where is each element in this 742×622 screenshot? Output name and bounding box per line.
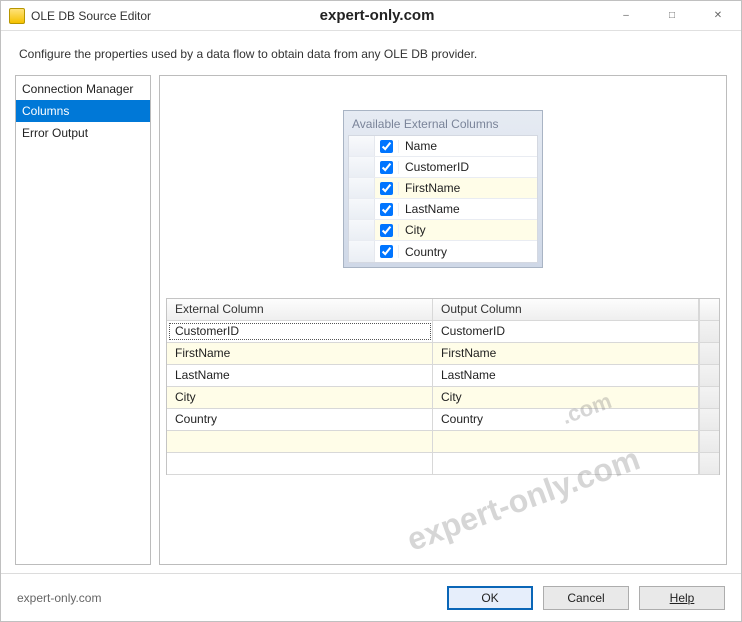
- available-row-firstname[interactable]: FirstName: [349, 178, 537, 199]
- select-all-checkbox[interactable]: [380, 140, 393, 153]
- titlebar: OLE DB Source Editor expert-only.com – □…: [1, 1, 741, 31]
- nav-item-error-output[interactable]: Error Output: [16, 122, 150, 144]
- available-header-blank: [349, 136, 375, 156]
- column-name: CustomerID: [399, 160, 537, 174]
- mapping-row[interactable]: LastNameLastName: [167, 365, 719, 387]
- row-handle: [349, 157, 375, 177]
- available-columns-box: Available External Columns Name CustomerI…: [343, 110, 543, 268]
- external-column-cell[interactable]: FirstName: [167, 343, 433, 364]
- output-column-cell: [433, 453, 699, 474]
- external-column-cell[interactable]: Country: [167, 409, 433, 430]
- external-column-cell: [167, 431, 433, 452]
- output-column-cell[interactable]: CustomerID: [433, 321, 699, 342]
- available-columns-title: Available External Columns: [348, 115, 538, 135]
- available-row-customerid[interactable]: CustomerID: [349, 157, 537, 178]
- content-panel: Available External Columns Name CustomerI…: [159, 75, 727, 565]
- external-column-cell[interactable]: LastName: [167, 365, 433, 386]
- external-column-cell: [167, 453, 433, 474]
- window-controls: – □ ✕: [603, 1, 741, 30]
- maximize-button[interactable]: □: [649, 1, 695, 30]
- nav-panel: Connection ManagerColumnsError Output: [15, 75, 151, 565]
- row-checkbox-cell[interactable]: [375, 182, 399, 195]
- row-checkbox-cell[interactable]: [375, 224, 399, 237]
- output-column-cell[interactable]: LastName: [433, 365, 699, 386]
- mapping-row-empty: [167, 431, 719, 453]
- mapping-row[interactable]: CustomerIDCustomerID: [167, 321, 719, 343]
- mapping-header-output[interactable]: Output Column: [433, 299, 699, 320]
- output-column-cell: [433, 431, 699, 452]
- row-checkbox-cell[interactable]: [375, 203, 399, 216]
- external-column-cell[interactable]: City: [167, 387, 433, 408]
- external-column-cell[interactable]: CustomerID: [167, 321, 433, 342]
- help-button[interactable]: Help: [639, 586, 725, 610]
- output-column-cell[interactable]: City: [433, 387, 699, 408]
- mapping-row[interactable]: FirstNameFirstName: [167, 343, 719, 365]
- mapping-table: External ColumnOutput ColumnCustomerIDCu…: [166, 298, 720, 475]
- mapping-scroll-gutter: [699, 343, 719, 364]
- mapping-row[interactable]: CountryCountry: [167, 409, 719, 431]
- column-name: FirstName: [399, 181, 537, 195]
- mapping-scroll-gutter: [699, 387, 719, 408]
- mapping-row[interactable]: CityCity: [167, 387, 719, 409]
- available-row-lastname[interactable]: LastName: [349, 199, 537, 220]
- row-handle: [349, 220, 375, 240]
- column-checkbox[interactable]: [380, 203, 393, 216]
- nav-item-columns[interactable]: Columns: [16, 100, 150, 122]
- footer-watermark: expert-only.com: [17, 591, 101, 605]
- mapping-row-empty: [167, 453, 719, 475]
- column-checkbox[interactable]: [380, 224, 393, 237]
- mapping-scroll-gutter: [699, 299, 719, 320]
- available-header-row: Name: [349, 136, 537, 157]
- main-area: Connection ManagerColumnsError Output Av…: [1, 71, 741, 573]
- row-handle: [349, 199, 375, 219]
- mapping-scroll-gutter: [699, 431, 719, 452]
- available-row-country[interactable]: Country: [349, 241, 537, 262]
- footer: expert-only.com OK Cancel Help: [1, 573, 741, 621]
- row-handle: [349, 178, 375, 198]
- column-checkbox[interactable]: [380, 182, 393, 195]
- mapping-scroll-gutter: [699, 321, 719, 342]
- window-title: OLE DB Source Editor: [31, 9, 151, 23]
- column-checkbox[interactable]: [380, 161, 393, 174]
- app-icon: [9, 8, 25, 24]
- mapping-header-external[interactable]: External Column: [167, 299, 433, 320]
- close-button[interactable]: ✕: [695, 1, 741, 30]
- mapping-header-row: External ColumnOutput Column: [167, 299, 719, 321]
- row-handle: [349, 241, 375, 262]
- column-name: Country: [399, 245, 537, 259]
- row-checkbox-cell[interactable]: [375, 245, 399, 258]
- ok-button[interactable]: OK: [447, 586, 533, 610]
- available-header-name: Name: [399, 139, 537, 153]
- minimize-button[interactable]: –: [603, 1, 649, 30]
- available-columns-list: Name CustomerID FirstName LastName City Count…: [348, 135, 538, 263]
- available-columns-area: Available External Columns Name CustomerI…: [166, 82, 720, 298]
- instruction-text: Configure the properties used by a data …: [1, 31, 741, 71]
- nav-item-connection-manager[interactable]: Connection Manager: [16, 78, 150, 100]
- output-column-cell[interactable]: FirstName: [433, 343, 699, 364]
- cancel-button[interactable]: Cancel: [543, 586, 629, 610]
- column-checkbox[interactable]: [380, 245, 393, 258]
- available-select-all[interactable]: [375, 140, 399, 153]
- window: OLE DB Source Editor expert-only.com – □…: [0, 0, 742, 622]
- available-row-city[interactable]: City: [349, 220, 537, 241]
- row-checkbox-cell[interactable]: [375, 161, 399, 174]
- column-name: LastName: [399, 202, 537, 216]
- mapping-scroll-gutter: [699, 409, 719, 430]
- mapping-scroll-gutter: [699, 365, 719, 386]
- column-name: City: [399, 223, 537, 237]
- titlebar-watermark: expert-only.com: [320, 7, 435, 24]
- output-column-cell[interactable]: Country: [433, 409, 699, 430]
- mapping-scroll-gutter: [699, 453, 719, 474]
- footer-buttons: OK Cancel Help: [447, 586, 725, 610]
